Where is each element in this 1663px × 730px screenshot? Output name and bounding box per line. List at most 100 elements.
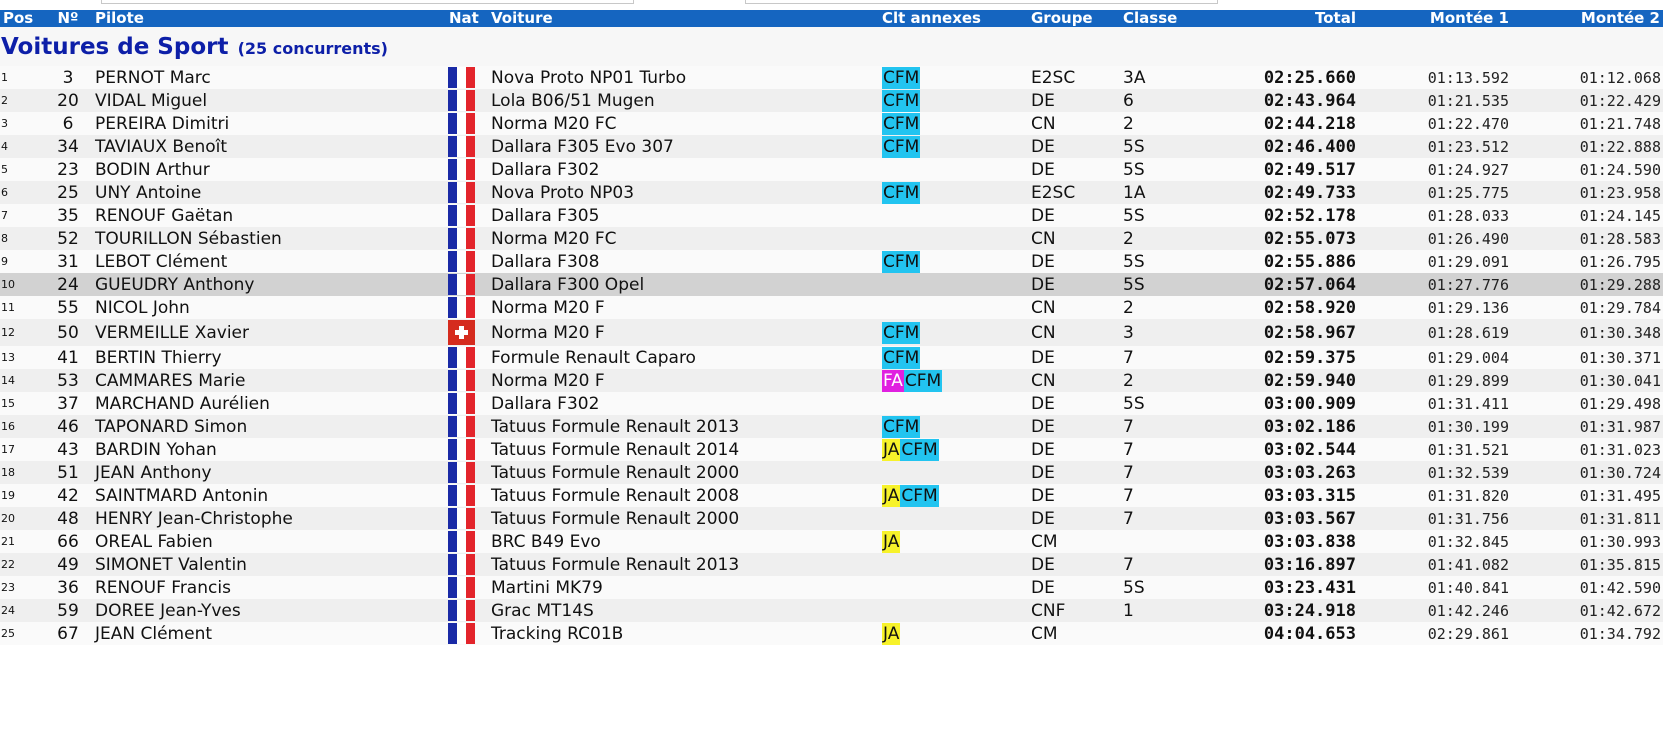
filter-field-left[interactable]: [101, 0, 634, 4]
table-row[interactable]: 14 53 CAMMARES Marie Norma M20 F FA CFM CN 2 02:…: [0, 369, 1663, 392]
cell-montee-2: 01:26.795: [1512, 250, 1663, 273]
cell-clt-annexes: JA CFM: [879, 438, 1028, 461]
cell-clt-annexes: [879, 553, 1028, 576]
cell-montee-1: 01:30.199: [1359, 415, 1512, 438]
table-row[interactable]: 20 48 HENRY Jean-Christophe Tatuus Formule …: [0, 507, 1663, 530]
cell-groupe: CN: [1028, 369, 1120, 392]
badge-cfm: CFM: [882, 135, 921, 158]
table-row[interactable]: 22 49 SIMONET Valentin Tatuus Formule Renau…: [0, 553, 1663, 576]
category-row: Voitures de Sport (25 concurrents): [0, 27, 1663, 66]
cell-clt-annexes: CFM: [879, 319, 1028, 346]
cell-montee-1: 01:29.091: [1359, 250, 1512, 273]
cell-nat: [446, 135, 488, 158]
france-flag-icon: [448, 485, 475, 506]
cell-nat: [446, 507, 488, 530]
table-row[interactable]: 18 51 JEAN Anthony Tatuus Formule Renault 2…: [0, 461, 1663, 484]
france-flag-icon: [448, 182, 475, 203]
table-row[interactable]: 11 55 NICOL John Norma M20 F CN 2 02:58.920 01:…: [0, 296, 1663, 319]
table-row[interactable]: 21 66 OREAL Fabien BRC B49 Evo JA CM 03:03.838…: [0, 530, 1663, 553]
cell-groupe: DE: [1028, 273, 1120, 296]
table-row[interactable]: 13 41 BERTIN Thierry Formule Renault Caparo…: [0, 346, 1663, 369]
badge-cfm: CFM: [882, 415, 921, 438]
table-row[interactable]: 6 25 UNY Antoine Nova Proto NP03 CFM E2SC 1A 02…: [0, 181, 1663, 204]
table-row[interactable]: 15 37 MARCHAND Aurélien Dallara F302 DE 5S 03:…: [0, 392, 1663, 415]
table-row[interactable]: 24 59 DOREE Jean-Yves Grac MT14S CNF 1 03:24.9…: [0, 599, 1663, 622]
cell-montee-2: 01:23.958: [1512, 181, 1663, 204]
cell-montee-1: 01:24.927: [1359, 158, 1512, 181]
cell-montee-2: 01:21.748: [1512, 112, 1663, 135]
cell-nat: [446, 576, 488, 599]
table-row[interactable]: 4 34 TAVIAUX Benoît Dallara F305 Evo 307 CFM…: [0, 135, 1663, 158]
table-row[interactable]: 5 23 BODIN Arthur Dallara F302 DE 5S 02:49.517…: [0, 158, 1663, 181]
cell-pilote: CAMMARES Marie: [92, 369, 446, 392]
cell-pilote: TAVIAUX Benoît: [92, 135, 446, 158]
col-header-voiture[interactable]: Voiture: [488, 10, 879, 27]
cell-total: 02:55.886: [1201, 250, 1359, 273]
table-row[interactable]: 9 31 LEBOT Clément Dallara F308 CFM DE 5S 02:55…: [0, 250, 1663, 273]
table-row[interactable]: 2 20 VIDAL Miguel Lola B06/51 Mugen CFM DE 6 02…: [0, 89, 1663, 112]
table-row[interactable]: 16 46 TAPONARD Simon Tatuus Formule Renault…: [0, 415, 1663, 438]
cell-classe: 2: [1120, 296, 1201, 319]
cell-total: 02:43.964: [1201, 89, 1359, 112]
cell-classe: 5S: [1120, 250, 1201, 273]
col-header-clt-annexes[interactable]: Clt annexes: [879, 10, 1028, 27]
cell-montee-2: 01:31.495: [1512, 484, 1663, 507]
cell-clt-annexes: [879, 599, 1028, 622]
table-row[interactable]: 3 6 PEREIRA Dimitri Norma M20 FC CFM CN 2 02:44…: [0, 112, 1663, 135]
col-header-pos[interactable]: Pos: [0, 10, 44, 27]
cell-voiture: Tatuus Formule Renault 2000: [488, 461, 879, 484]
cell-classe: [1120, 622, 1201, 645]
col-header-groupe[interactable]: Groupe: [1028, 10, 1120, 27]
cell-pos: 6: [0, 181, 44, 204]
table-row[interactable]: 1 3 PERNOT Marc Nova Proto NP01 Turbo CFM E2S…: [0, 66, 1663, 89]
badge-cfm: CFM: [882, 89, 921, 112]
cell-pilote: UNY Antoine: [92, 181, 446, 204]
badge-ja: JA: [882, 438, 901, 461]
cell-voiture: Tracking RC01B: [488, 622, 879, 645]
cell-montee-2: 01:29.784: [1512, 296, 1663, 319]
cell-classe: 7: [1120, 346, 1201, 369]
cell-total: 02:59.375: [1201, 346, 1359, 369]
table-row[interactable]: 17 43 BARDIN Yohan Tatuus Formule Renault 2…: [0, 438, 1663, 461]
cell-montee-1: 01:22.470: [1359, 112, 1512, 135]
cell-number: 34: [44, 135, 92, 158]
cell-montee-2: 01:30.371: [1512, 346, 1663, 369]
cell-pos: 19: [0, 484, 44, 507]
table-row[interactable]: 25 67 JEAN Clément Tracking RC01B JA CM 04:04.…: [0, 622, 1663, 645]
cell-pos: 7: [0, 204, 44, 227]
cell-pilote: JEAN Clément: [92, 622, 446, 645]
cell-montee-1: 01:41.082: [1359, 553, 1512, 576]
cell-voiture: Martini MK79: [488, 576, 879, 599]
cell-number: 20: [44, 89, 92, 112]
table-row[interactable]: 12 50 VERMEILLE Xavier Norma M20 F CFM CN 3 02:…: [0, 319, 1663, 346]
col-header-pilote[interactable]: Pilote: [92, 10, 446, 27]
cell-classe: 7: [1120, 507, 1201, 530]
cell-classe: 1A: [1120, 181, 1201, 204]
cell-montee-1: 01:31.521: [1359, 438, 1512, 461]
table-row[interactable]: 23 36 RENOUF Francis Martini MK79 DE 5S 03:23.…: [0, 576, 1663, 599]
france-flag-icon: [448, 159, 475, 180]
table-row[interactable]: 8 52 TOURILLON Sébastien Norma M20 FC CN 2 02:…: [0, 227, 1663, 250]
cell-groupe: DE: [1028, 576, 1120, 599]
cell-montee-2: 01:24.590: [1512, 158, 1663, 181]
france-flag-icon: [448, 623, 475, 644]
col-header-classe[interactable]: Classe: [1120, 10, 1201, 27]
cell-classe: 3A: [1120, 66, 1201, 89]
cell-pos: 23: [0, 576, 44, 599]
cell-classe: 5S: [1120, 135, 1201, 158]
cell-number: 41: [44, 346, 92, 369]
col-header-number[interactable]: Nº: [44, 10, 92, 27]
col-header-nat[interactable]: Nat: [446, 10, 488, 27]
col-header-montee-2[interactable]: Montée 2: [1512, 10, 1663, 27]
cell-pos: 5: [0, 158, 44, 181]
cell-nat: [446, 296, 488, 319]
col-header-montee-1[interactable]: Montée 1: [1359, 10, 1512, 27]
table-row[interactable]: 19 42 SAINTMARD Antonin Tatuus Formule Rena…: [0, 484, 1663, 507]
cell-groupe: DE: [1028, 553, 1120, 576]
table-row[interactable]: 7 35 RENOUF Gaëtan Dallara F305 DE 5S 02:52.17…: [0, 204, 1663, 227]
filter-field-right[interactable]: [745, 0, 1218, 4]
table-row[interactable]: 10 24 GUEUDRY Anthony Dallara F300 Opel DE 5S…: [0, 273, 1663, 296]
cell-pilote: HENRY Jean-Christophe: [92, 507, 446, 530]
col-header-total[interactable]: Total: [1201, 10, 1359, 27]
cell-voiture: Norma M20 F: [488, 369, 879, 392]
